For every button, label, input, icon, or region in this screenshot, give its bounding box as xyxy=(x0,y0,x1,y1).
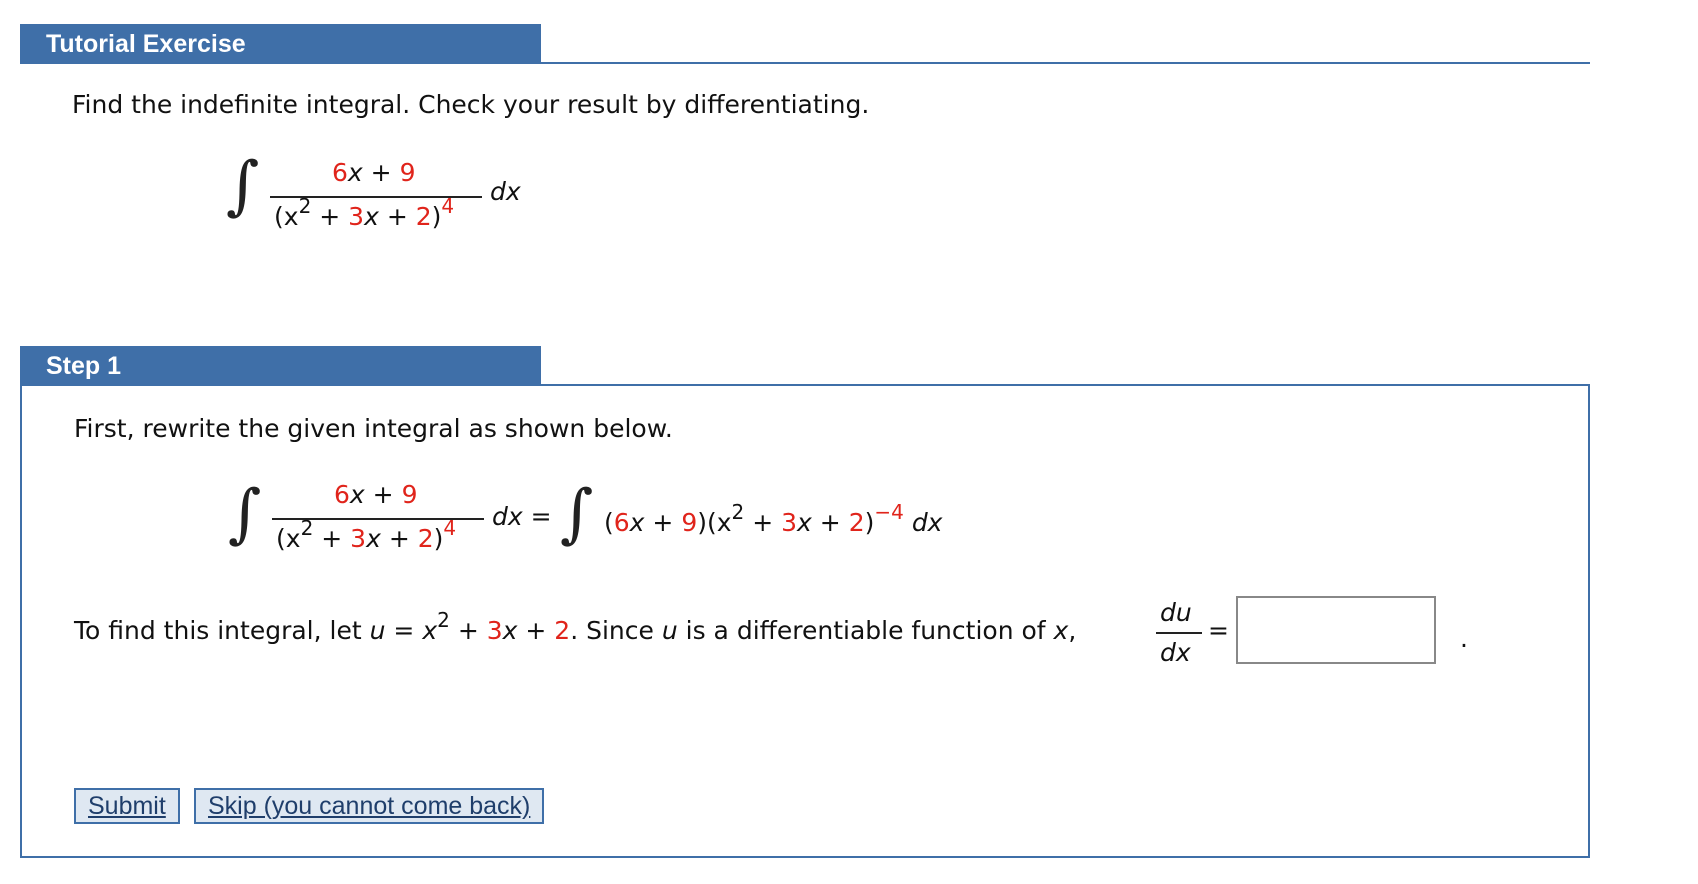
integrand-fraction: 6x + 9 (x2 + 3x + 2)4 xyxy=(272,480,484,560)
step-header: Step 1 xyxy=(20,346,541,386)
rewritten-integrand: (6x + 9)(x2 + 3x + 2)−4 dx xyxy=(604,500,943,537)
fraction-bar xyxy=(1156,632,1202,634)
integrand-fraction: 6x + 9 (x2 + 3x + 2)4 xyxy=(270,158,482,238)
integral-sign-icon: ∫ xyxy=(228,477,262,551)
sentence-period: . xyxy=(1460,624,1468,653)
dx-label: dx xyxy=(490,177,521,206)
dx-equals: dx = xyxy=(492,502,552,531)
denominator: (x2 + 3x + 2)4 xyxy=(276,516,457,553)
numerator: 6x + 9 xyxy=(334,480,418,509)
integral-sign-icon: ∫ xyxy=(560,477,594,551)
header-rule xyxy=(541,62,1590,64)
equals-sign: = xyxy=(1208,616,1229,645)
du-label: du xyxy=(1160,598,1192,627)
substitution-sentence: To find this integral, let u = x2 + 3x +… xyxy=(74,608,1077,645)
numerator: 6x + 9 xyxy=(332,158,416,187)
denominator: (x2 + 3x + 2)4 xyxy=(274,194,455,231)
skip-button[interactable]: Skip (you cannot come back) xyxy=(194,788,545,824)
exercise-prompt: Find the indefinite integral. Check your… xyxy=(72,90,870,119)
submit-button[interactable]: Submit xyxy=(74,788,180,824)
du-dx-fraction: du dx xyxy=(1156,598,1202,668)
answer-input[interactable] xyxy=(1236,596,1436,664)
tutorial-exercise-header: Tutorial Exercise xyxy=(20,24,541,64)
dx-label: dx xyxy=(1160,638,1191,667)
integral-sign-icon: ∫ xyxy=(226,149,260,223)
step-intro: First, rewrite the given integral as sho… xyxy=(74,414,673,443)
